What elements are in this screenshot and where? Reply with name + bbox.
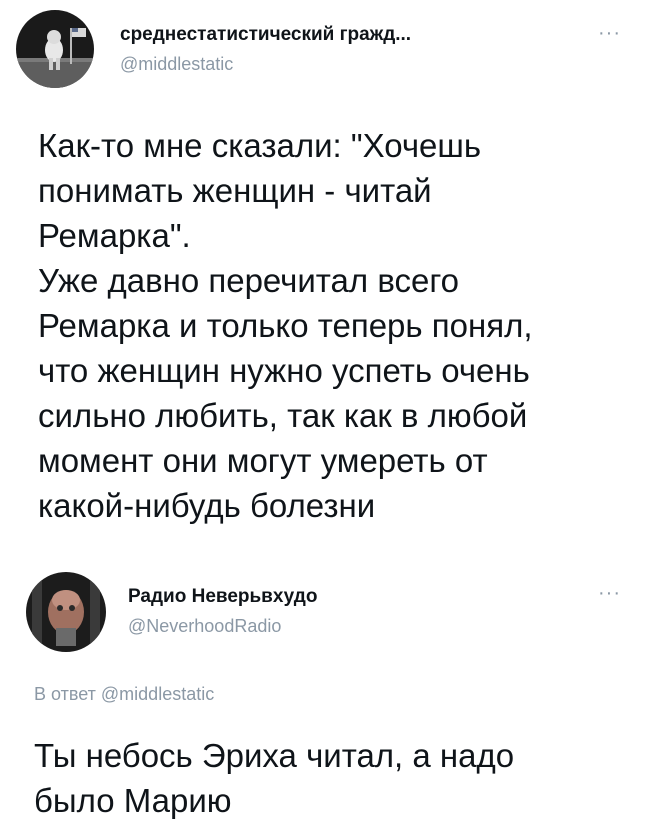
tweet-reply: Радио Неверьвхудо @NeverhoodRadio ··· В … xyxy=(0,560,660,838)
reply-prefix: В ответ xyxy=(34,684,96,704)
character-portrait-icon xyxy=(26,572,106,652)
avatar[interactable] xyxy=(26,572,106,652)
tweet-text: Ты небось Эриха читал, а надо было Марию xyxy=(34,737,515,819)
display-name[interactable]: Радио Неверьвхудо xyxy=(128,586,317,608)
more-options-icon[interactable]: ··· xyxy=(598,582,621,605)
avatar[interactable] xyxy=(16,10,94,88)
handle[interactable]: @NeverhoodRadio xyxy=(128,616,281,637)
astronaut-photo-icon xyxy=(16,10,94,88)
reply-handle-link[interactable]: @middlestatic xyxy=(101,684,214,704)
tweet-original: среднестатистический гражд... @middlesta… xyxy=(0,0,660,560)
display-name[interactable]: среднестатистический гражд... xyxy=(120,24,411,46)
more-options-icon[interactable]: ··· xyxy=(598,22,621,45)
handle[interactable]: @middlestatic xyxy=(120,54,233,75)
tweet-text: Как-то мне сказали: "Хочешь понимать жен… xyxy=(38,127,533,524)
reply-context: В ответ @middlestatic xyxy=(34,684,214,705)
